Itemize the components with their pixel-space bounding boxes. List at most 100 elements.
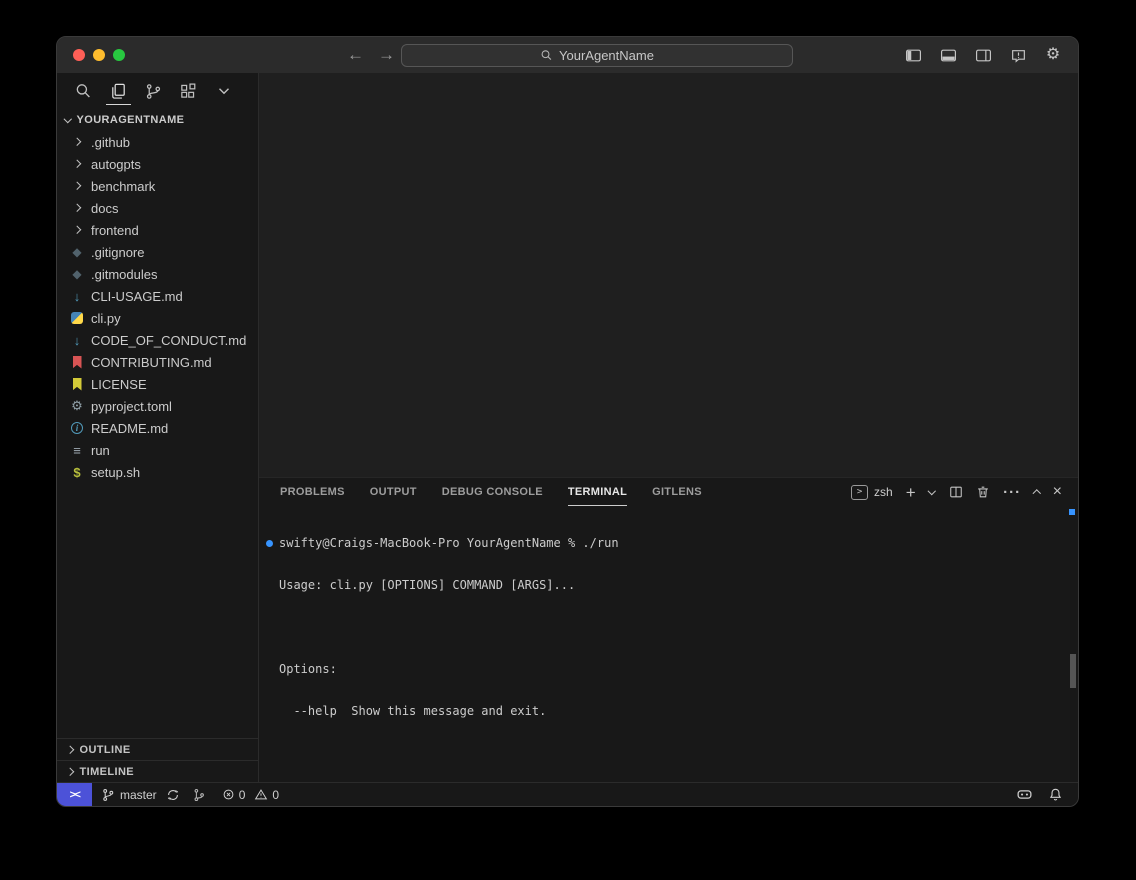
tab-debug-console[interactable]: DEBUG CONSOLE xyxy=(442,478,543,506)
git-branch-icon xyxy=(101,788,115,802)
new-terminal-button[interactable]: + xyxy=(906,484,916,501)
terminal-line xyxy=(279,620,1064,634)
tree-item-file[interactable]: ↓ CODE_OF_CONDUCT.md xyxy=(57,329,258,351)
navigate-back-button[interactable]: ← xyxy=(347,45,364,65)
tree-item-folder[interactable]: benchmark xyxy=(57,175,258,197)
terminal-output[interactable]: swifty@Craigs-MacBook-Pro YourAgentName … xyxy=(259,506,1078,782)
problems-status-item[interactable]: 0 0 xyxy=(222,788,279,802)
terminal-scrollbar-thumb[interactable] xyxy=(1070,654,1076,688)
split-terminal-button[interactable] xyxy=(949,485,963,499)
editor-area xyxy=(259,73,1078,477)
error-count: 0 xyxy=(239,788,246,802)
zoom-window-button[interactable] xyxy=(113,49,125,61)
toggle-primary-sidebar-button[interactable] xyxy=(902,44,924,66)
outline-section-header[interactable]: OUTLINE xyxy=(57,738,258,760)
toggle-panel-button[interactable] xyxy=(937,44,959,66)
command-center-search[interactable]: YourAgentName xyxy=(401,44,793,67)
maximize-panel-chevron-icon[interactable] xyxy=(1033,490,1041,498)
tree-item-label: setup.sh xyxy=(91,465,140,480)
tree-item-file[interactable]: ◆ .gitignore xyxy=(57,241,258,263)
tab-terminal[interactable]: TERMINAL xyxy=(568,478,627,506)
tree-item-folder[interactable]: .github xyxy=(57,131,258,153)
error-icon xyxy=(222,788,235,801)
vscode-window: ← → YourAgentName ⚙ xyxy=(56,36,1079,807)
branch-name: master xyxy=(120,788,157,802)
navigate-forward-button[interactable]: → xyxy=(378,45,395,65)
tree-item-file[interactable]: ⚙ pyproject.toml xyxy=(57,395,258,417)
terminal-dropdown-chevron-icon[interactable] xyxy=(928,487,936,495)
explorer-root-folder[interactable]: YOURAGENTNAME xyxy=(57,109,258,131)
git-file-icon: ◆ xyxy=(69,245,85,259)
sidebar: YOURAGENTNAME .github autogpts benchmark… xyxy=(57,73,259,782)
root-folder-label: YOURAGENTNAME xyxy=(77,114,185,126)
tree-item-folder[interactable]: frontend xyxy=(57,219,258,241)
chevron-right-icon xyxy=(66,768,74,776)
extensions-view-icon[interactable] xyxy=(178,76,199,106)
terminal-icon: > xyxy=(851,485,868,500)
sidebar-bottom-sections: OUTLINE TIMELINE xyxy=(57,738,258,782)
git-branch-item[interactable]: master xyxy=(101,788,157,802)
chevron-right-icon xyxy=(73,204,81,212)
tree-item-file[interactable]: $ setup.sh xyxy=(57,461,258,483)
tree-item-label: cli.py xyxy=(91,311,121,326)
search-view-icon[interactable] xyxy=(73,76,94,106)
tab-output[interactable]: OUTPUT xyxy=(370,478,417,506)
tree-item-file[interactable]: ≡ run xyxy=(57,439,258,461)
close-window-button[interactable] xyxy=(73,49,85,61)
close-panel-button[interactable]: × xyxy=(1053,484,1062,500)
chevron-down-icon xyxy=(64,115,72,123)
toggle-secondary-sidebar-button[interactable] xyxy=(972,44,994,66)
tree-item-file[interactable]: ↓ CLI-USAGE.md xyxy=(57,285,258,307)
tab-problems[interactable]: PROBLEMS xyxy=(280,478,345,506)
tree-item-label: frontend xyxy=(91,223,139,238)
terminal-line: Usage: cli.py [OPTIONS] COMMAND [ARGS]..… xyxy=(279,578,1064,592)
tab-gitlens[interactable]: GITLENS xyxy=(652,478,702,506)
outline-label: OUTLINE xyxy=(80,744,131,756)
copilot-icon[interactable] xyxy=(1016,786,1033,803)
tree-item-file[interactable]: ◆ .gitmodules xyxy=(57,263,258,285)
tree-item-file[interactable]: CONTRIBUTING.md xyxy=(57,351,258,373)
feedback-icon[interactable] xyxy=(1007,44,1029,66)
markdown-file-icon: ↓ xyxy=(69,289,85,304)
gitlens-status-item[interactable] xyxy=(192,788,206,802)
chevron-right-icon xyxy=(73,160,81,168)
tree-item-label: CODE_OF_CONDUCT.md xyxy=(91,333,246,348)
activity-bar xyxy=(57,73,258,109)
overview-ruler-command-marker xyxy=(1069,509,1075,515)
timeline-section-header[interactable]: TIMELINE xyxy=(57,760,258,782)
tree-item-label: benchmark xyxy=(91,179,155,194)
terminal-profile-chip[interactable]: > zsh xyxy=(851,485,893,500)
tree-item-folder[interactable]: autogpts xyxy=(57,153,258,175)
tree-item-file[interactable]: cli.py xyxy=(57,307,258,329)
git-file-icon: ◆ xyxy=(69,267,85,281)
gear-file-icon: ⚙ xyxy=(69,398,85,414)
ribbon-red-file-icon xyxy=(69,356,85,369)
tree-item-file[interactable]: i README.md xyxy=(57,417,258,439)
tree-item-label: CLI-USAGE.md xyxy=(91,289,183,304)
chevron-right-icon xyxy=(73,182,81,190)
warning-count: 0 xyxy=(272,788,279,802)
tree-item-label: run xyxy=(91,443,110,458)
notifications-bell-icon[interactable] xyxy=(1048,787,1063,802)
tree-item-label: LICENSE xyxy=(91,377,147,392)
settings-gear-icon[interactable]: ⚙ xyxy=(1042,44,1064,66)
terminal-line xyxy=(279,746,1064,760)
shell-file-icon: $ xyxy=(69,465,85,480)
additional-views-chevron-icon[interactable] xyxy=(213,76,234,106)
timeline-label: TIMELINE xyxy=(80,766,135,778)
kill-terminal-trash-button[interactable] xyxy=(976,485,990,499)
workbench: YOURAGENTNAME .github autogpts benchmark… xyxy=(57,73,1078,782)
more-actions-button[interactable]: ··· xyxy=(1003,485,1021,500)
explorer-view-icon[interactable] xyxy=(108,76,129,106)
list-file-icon: ≡ xyxy=(69,443,85,458)
bottom-panel: PROBLEMS OUTPUT DEBUG CONSOLE TERMINAL G… xyxy=(259,477,1078,782)
tree-item-file[interactable]: LICENSE xyxy=(57,373,258,395)
tree-item-label: docs xyxy=(91,201,118,216)
command-decoration-icon[interactable] xyxy=(266,540,273,547)
sync-changes-button[interactable] xyxy=(166,788,180,802)
source-control-view-icon[interactable] xyxy=(143,76,164,106)
minimize-window-button[interactable] xyxy=(93,49,105,61)
tree-item-label: pyproject.toml xyxy=(91,399,172,414)
remote-indicator-button[interactable]: >< xyxy=(57,783,92,806)
tree-item-folder[interactable]: docs xyxy=(57,197,258,219)
